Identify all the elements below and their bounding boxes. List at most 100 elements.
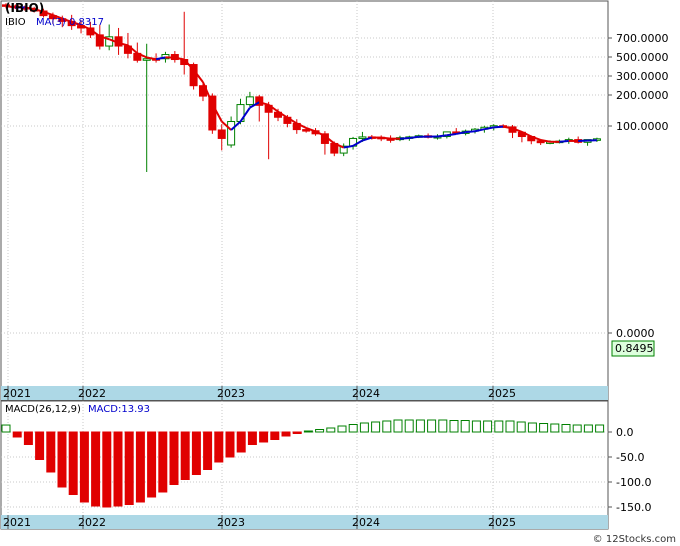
macd-bar (259, 431, 269, 443)
watermark: © 12Stocks.com (593, 534, 676, 545)
price-x-tick-label: 2023 (217, 387, 245, 400)
price-candle-body (217, 129, 226, 139)
macd-bar (415, 419, 425, 433)
macd-bar (494, 420, 504, 433)
price-tick-label: 0.0000 (616, 327, 655, 340)
macd-bar (225, 431, 235, 458)
macd-tick-label: -50.0 (616, 451, 644, 464)
ticker-title: (IBIO) (5, 1, 44, 15)
macd-bar (12, 431, 22, 438)
price-candle-body (142, 58, 151, 61)
price-candle-body (358, 136, 367, 139)
price-x-tick-label: 2025 (488, 387, 516, 400)
macd-x-tick-label: 2025 (488, 516, 516, 529)
macd-legend-value: MACD:13.93 (88, 404, 150, 415)
price-y-axis: 700.0000 500.0000 300.0000 200.0000 100.0000… (608, 32, 669, 340)
macd-bar (438, 419, 448, 433)
macd-bar (359, 422, 369, 433)
macd-bar (68, 431, 78, 495)
macd-bar (505, 420, 515, 433)
macd-bar (550, 423, 560, 433)
macd-y-axis: 0.0 -50.0 -100.0 -150.0 (608, 426, 651, 514)
price-legend-ma-label: MA(3) (36, 17, 66, 28)
macd-bar (561, 424, 571, 433)
macd-bar (23, 431, 33, 445)
price-x-tick-label: 2021 (3, 387, 31, 400)
macd-bar (46, 431, 56, 473)
moving-average-segment (446, 132, 457, 137)
macd-bar (572, 424, 582, 433)
macd-bar (191, 431, 201, 475)
macd-bar (113, 431, 123, 507)
macd-bar (102, 431, 112, 508)
price-tick-label: 300.0000 (616, 70, 669, 83)
macd-bar (404, 419, 414, 433)
price-tick-label: 200.0000 (616, 89, 669, 102)
moving-average-segment (465, 130, 476, 134)
macd-bar (158, 431, 168, 493)
macd-bar (79, 431, 89, 503)
macd-x-tick-label: 2022 (78, 516, 106, 529)
macd-tick-label: 0.0 (616, 426, 634, 439)
macd-x-tick-label: 2024 (352, 516, 380, 529)
macd-bar (595, 424, 605, 433)
macd-bar (449, 420, 459, 433)
macd-x-tick-label: 2023 (217, 516, 245, 529)
macd-bar (124, 431, 134, 505)
macd-bar (583, 424, 593, 433)
macd-bar (527, 422, 537, 433)
macd-bar (1, 424, 11, 433)
stock-chart: 700.0000 500.0000 300.0000 200.0000 100.0000… (0, 0, 676, 545)
price-tick-label: 500.0000 (616, 51, 669, 64)
price-tick-label: 700.0000 (616, 32, 669, 45)
macd-legend-params: MACD(26,12,9) (5, 404, 81, 415)
macd-bar (471, 420, 481, 433)
moving-average-segment (399, 137, 410, 140)
macd-bar (57, 431, 67, 488)
macd-bar (315, 429, 325, 433)
macd-bar (236, 431, 246, 453)
macd-x-tick-label: 2021 (3, 516, 31, 529)
macd-bar (539, 423, 549, 433)
moving-average-segment (559, 139, 569, 143)
macd-bar (135, 431, 145, 503)
macd-bar (337, 425, 347, 433)
price-x-tick-label: 2024 (352, 387, 380, 400)
moving-average-segment (493, 125, 504, 129)
macd-bar (371, 421, 381, 433)
macd-bar (326, 427, 336, 433)
macd-bar (214, 431, 224, 463)
moving-average-segment (409, 135, 419, 140)
price-legend-symbol: IBIO (5, 17, 26, 28)
macd-bar (382, 420, 392, 433)
macd-bar (147, 431, 157, 498)
macd-bar (516, 421, 526, 433)
macd-bar (483, 420, 493, 433)
macd-bar (281, 431, 291, 437)
macd-bar (247, 431, 257, 445)
moving-average-segment (437, 134, 447, 138)
macd-bar (180, 431, 190, 480)
macd-tick-label: -100.0 (616, 476, 651, 489)
macd-bar (303, 430, 313, 433)
moving-average-segment (578, 139, 588, 143)
macd-tick-label: -150.0 (616, 501, 651, 514)
macd-bar (203, 431, 213, 470)
price-panel-frame (0, 0, 609, 401)
price-x-tick-label: 2022 (78, 387, 106, 400)
macd-bar (348, 424, 358, 433)
macd-bar (393, 419, 403, 433)
price-legend-ma-value: 0.8317 (69, 17, 104, 28)
macd-bar (169, 431, 179, 485)
price-tick-label: 100.0000 (616, 120, 669, 133)
macd-bar (91, 431, 101, 507)
last-price-tag: 0.8495 (615, 342, 654, 355)
macd-bar (427, 419, 437, 433)
macd-bar (270, 431, 280, 440)
macd-bar (460, 420, 470, 433)
price-candle-body (245, 96, 254, 106)
price-candle-body (208, 95, 217, 131)
moving-average-segment (381, 136, 391, 140)
macd-bar (35, 431, 45, 460)
price-candle-body (227, 121, 236, 146)
